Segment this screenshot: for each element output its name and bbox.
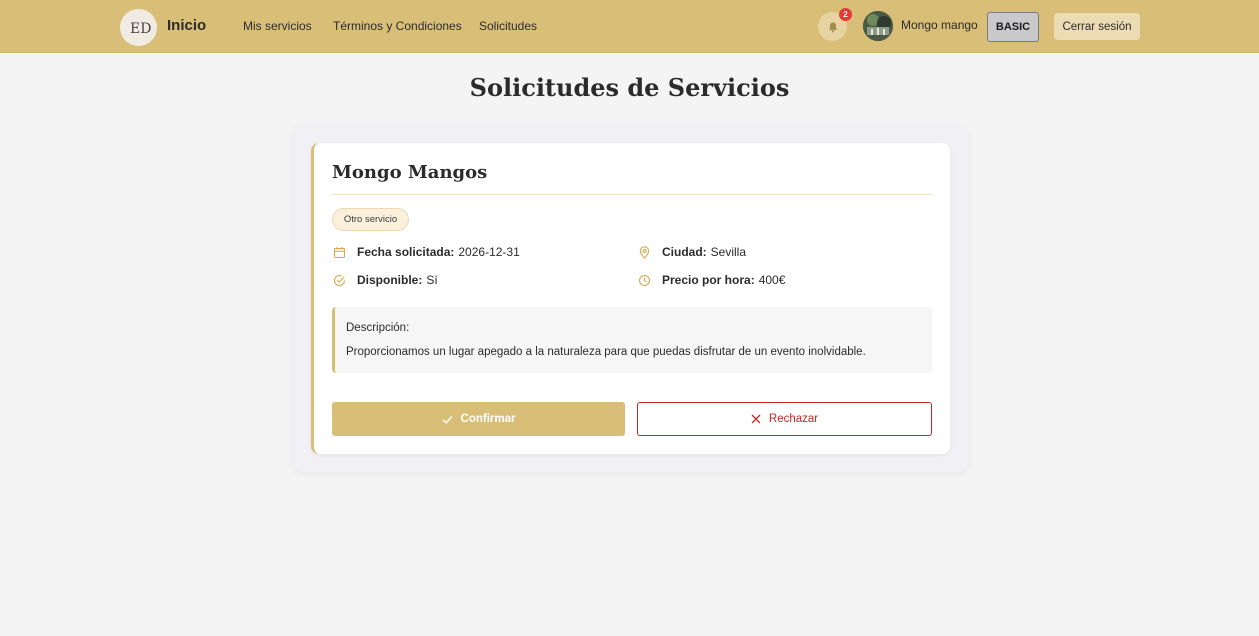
precio-row: Precio por hora: 400€ (638, 273, 785, 287)
username[interactable]: Mongo mango (901, 18, 978, 32)
logo-icon[interactable]: ED (120, 9, 157, 46)
bell-icon (828, 22, 837, 32)
fecha-row: Fecha solicitada: 2026-12-31 (333, 245, 520, 259)
confirm-label: Confirmar (460, 413, 516, 425)
plan-button[interactable]: BASIC (987, 12, 1039, 42)
disponible-value: Sí (426, 273, 438, 287)
divider (332, 194, 932, 195)
page-title: Solicitudes de Servicios (469, 73, 790, 102)
description-label: Descripción: (346, 322, 410, 334)
close-icon (751, 414, 761, 424)
confirm-button[interactable]: Confirmar (332, 402, 625, 436)
avatar[interactable] (863, 11, 893, 41)
ciudad-value: Sevilla (710, 245, 747, 259)
clock-icon (638, 274, 651, 287)
service-type-badge: Otro servicio (332, 208, 409, 231)
location-pin-icon (638, 245, 651, 259)
ciudad-label: Ciudad: (662, 245, 707, 259)
disponible-label: Disponible: (357, 273, 423, 287)
check-circle-icon (333, 274, 346, 287)
description-box (332, 307, 932, 373)
precio-label: Precio por hora: (662, 273, 755, 287)
logout-button[interactable]: Cerrar sesión (1054, 13, 1140, 40)
reject-label: Rechazar (768, 413, 819, 425)
top-navbar: ED Inicio Mis servicios Términos y Condi… (0, 0, 1259, 53)
ciudad-row: Ciudad: Sevilla (638, 245, 746, 259)
fecha-label: Fecha solicitada: (357, 245, 455, 259)
precio-value: 400€ (758, 273, 786, 287)
reject-button[interactable]: Rechazar (637, 402, 932, 436)
calendar-icon (333, 246, 346, 259)
nav-solicitudes[interactable]: Solicitudes (479, 19, 537, 33)
request-title: Mongo Mangos (332, 162, 488, 183)
fecha-value: 2026-12-31 (458, 245, 520, 259)
notification-badge: 2 (839, 8, 852, 21)
nav-mis-servicios[interactable]: Mis servicios (243, 19, 312, 33)
brand-home-link[interactable]: Inicio (167, 17, 206, 34)
disponible-row: Disponible: Sí (333, 273, 438, 287)
check-icon (442, 414, 453, 425)
nav-terminos[interactable]: Términos y Condiciones (333, 19, 462, 33)
description-text: Proporcionamos un lugar apegado a la nat… (346, 346, 866, 358)
logo-text: ED (130, 21, 151, 37)
